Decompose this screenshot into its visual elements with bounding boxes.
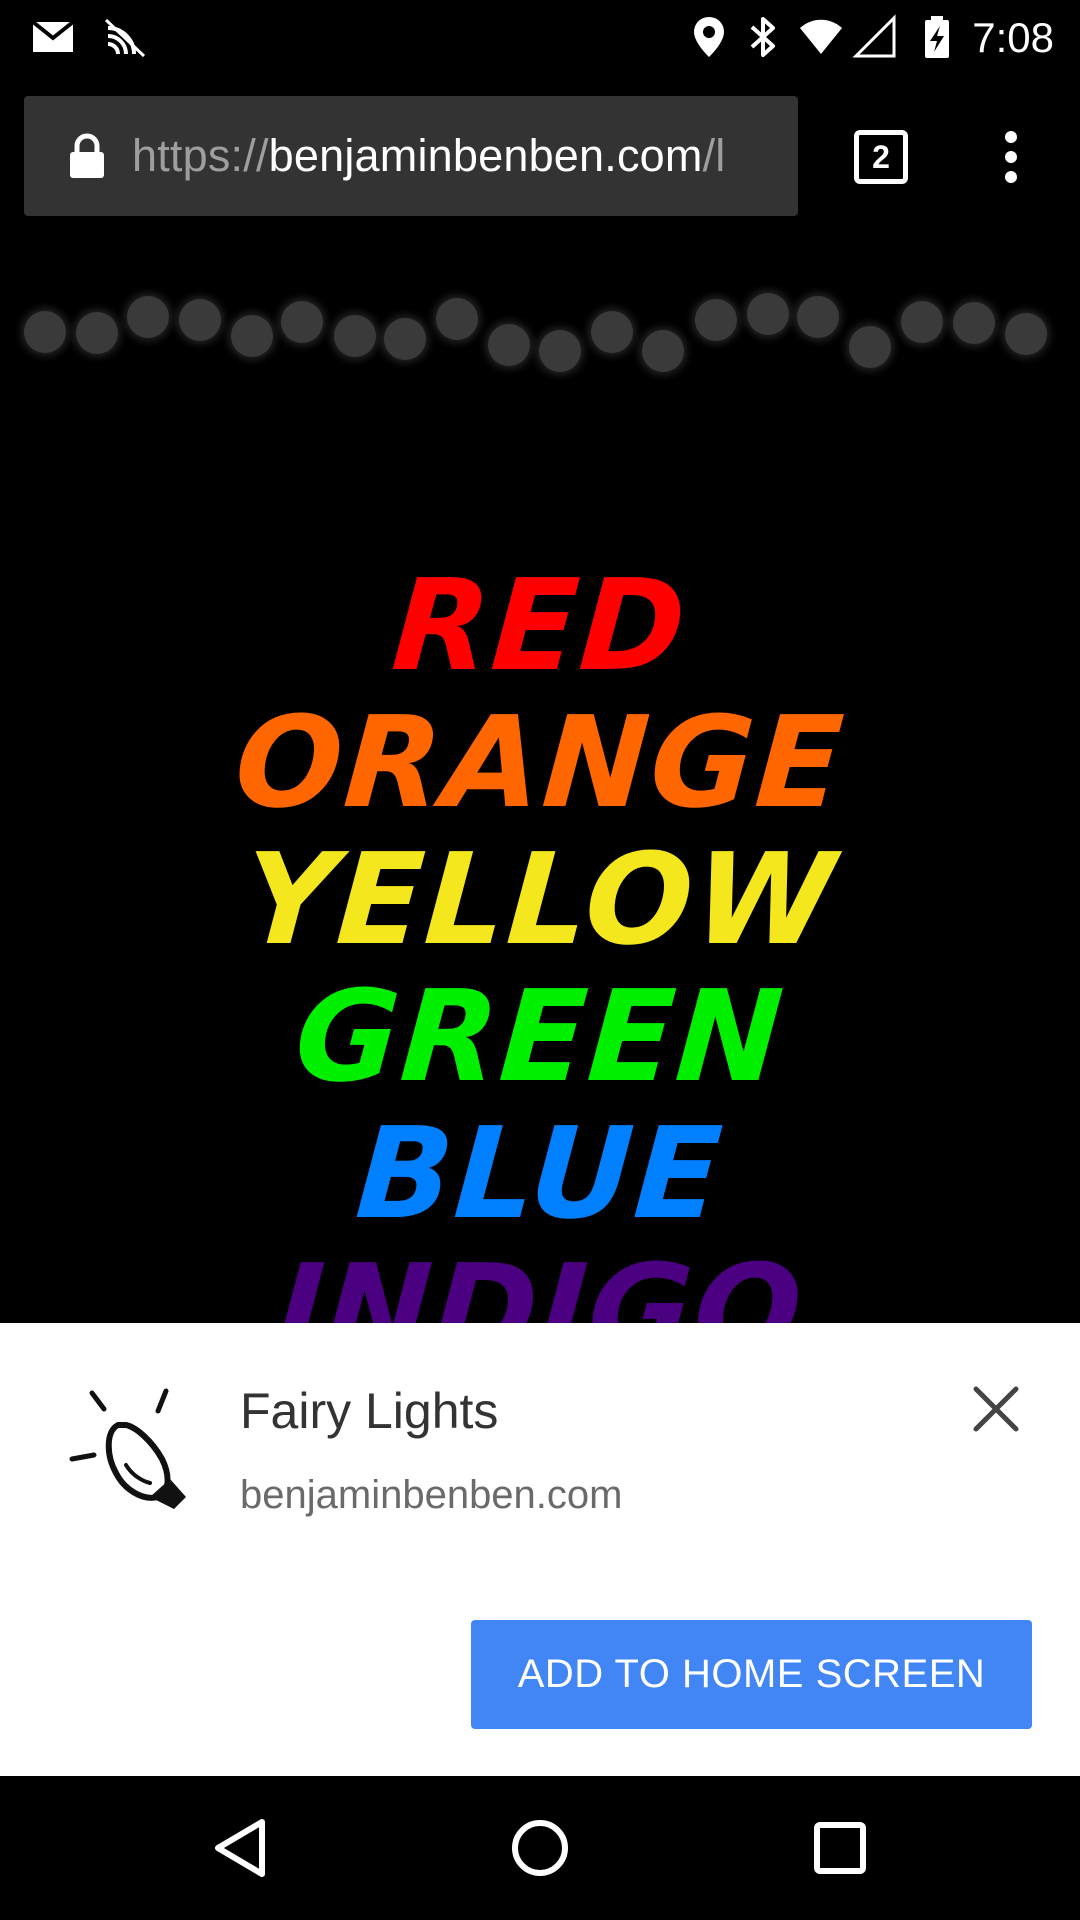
app-origin: benjaminbenben.com [240,1473,623,1517]
home-icon[interactable] [504,1812,576,1884]
fairy-light-bulb [436,298,478,340]
color-word-yellow: YELLOW [239,826,841,973]
navigation-bar [0,1776,1080,1920]
url-bar[interactable]: https://benjaminbenben.com/l [24,96,798,216]
fairy-light-bulb [76,312,118,354]
bluetooth-icon [750,17,775,57]
app-title: Fairy Lights [240,1383,499,1439]
fairy-light-bulb [642,330,684,372]
light-bulb-icon [69,1388,186,1509]
browser-toolbar: https://benjaminbenben.com/l 2 [0,75,1080,237]
web-content: RED ORANGE YELLOW GREEN BLUE INDIGO [0,237,1080,1323]
status-time: 7:08 [972,14,1054,61]
add-to-home-screen-banner: Fairy Lights benjaminbenben.com ADD TO H… [0,1323,1080,1776]
close-icon[interactable] [966,1379,1026,1439]
fairy-light-bulb [24,311,66,353]
url-path: /l [702,130,726,181]
color-word-indigo: INDIGO [271,1237,809,1323]
fairy-light-bulb [849,326,891,368]
fairy-light-bulb [695,299,737,341]
fairy-light-bulb [231,315,273,357]
fairy-light-bulb [747,293,789,335]
gmail-icon [31,20,75,52]
color-word-green: GREEN [290,963,790,1110]
phone-screen: 7:08 https://benjaminbenben.com/l 2 RED … [0,0,1080,1920]
lock-icon [70,133,104,178]
fairy-light-bulb [384,318,426,360]
fairy-light-bulb [127,296,169,338]
fairy-light-bulb [539,330,581,372]
status-bar: 7:08 [0,0,1080,75]
fairy-lights-string [21,290,1050,375]
fairy-light-bulb [1005,313,1047,355]
fairy-light-bulb [488,324,530,366]
fairy-light-bulb [334,315,376,357]
wifi-icon [800,19,842,54]
color-word-blue: BLUE [351,1100,729,1247]
fairy-light-bulb [953,302,995,344]
color-word-orange: ORANGE [230,689,850,836]
url-scheme: https:// [132,130,269,181]
fairy-light-bulb [591,311,633,353]
fairy-light-bulb [179,299,221,341]
url-text[interactable]: https://benjaminbenben.com/l [132,126,798,186]
back-icon[interactable] [204,1812,276,1884]
cell-signal-icon [852,14,896,58]
location-icon [694,17,724,57]
battery-charging-icon [925,16,949,58]
cast-off-icon [104,18,146,58]
add-to-home-screen-button[interactable]: ADD TO HOME SCREEN [471,1620,1032,1729]
color-word-list: RED ORANGE YELLOW GREEN BLUE INDIGO [0,552,1080,1323]
overflow-menu-icon[interactable] [996,127,1026,187]
color-word-red: RED [388,552,692,699]
fairy-light-bulb [797,296,839,338]
fairy-light-bulb [901,301,943,343]
recents-icon[interactable] [804,1812,876,1884]
tab-switcher-button[interactable]: 2 [854,130,908,184]
url-host: benjaminbenben.com [268,130,703,181]
fairy-light-bulb [281,301,323,343]
